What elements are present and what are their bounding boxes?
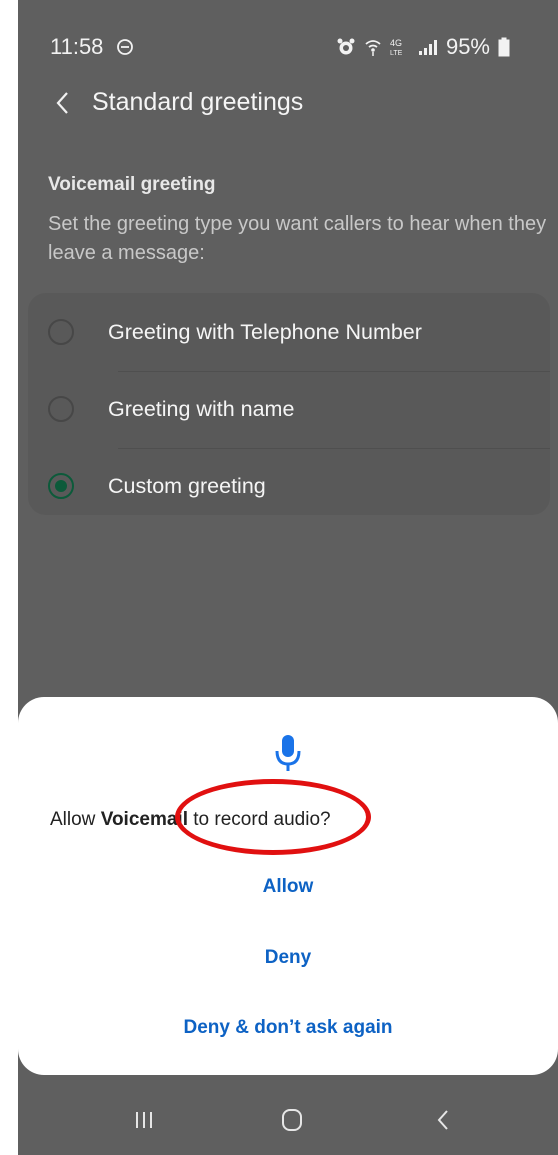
signal-icon — [418, 40, 437, 55]
option-label: Custom greeting — [108, 474, 266, 498]
option-label: Greeting with name — [108, 397, 295, 421]
option-label: Greeting with Telephone Number — [108, 320, 422, 344]
permission-dialog: Allow Voicemail to record audio? Allow D… — [18, 697, 558, 1075]
greeting-options: Greeting with Telephone Number Greeting … — [28, 293, 550, 515]
deny-button[interactable]: Deny — [18, 947, 558, 969]
status-icons: 4G LTE 95% — [336, 34, 510, 60]
dialog-message: Allow Voicemail to record audio? — [50, 809, 331, 830]
navigation-bar — [18, 1085, 558, 1155]
wifi-icon — [365, 40, 381, 56]
option-name[interactable]: Greeting with name — [28, 372, 550, 448]
4g-lte-icon: 4G LTE — [390, 38, 403, 57]
option-telephone-number[interactable]: Greeting with Telephone Number — [28, 295, 550, 371]
back-icon[interactable] — [424, 1103, 464, 1137]
chevron-left-icon[interactable] — [48, 88, 78, 118]
status-bar: 11:58 4G LTE 95% — [18, 0, 558, 92]
alarm-icon — [337, 38, 355, 55]
section-title: Voicemail greeting — [48, 174, 216, 195]
svg-text:4G: 4G — [390, 38, 402, 48]
time-text: 11:58 — [50, 34, 104, 59]
radio-button[interactable] — [48, 396, 74, 422]
battery-icon — [498, 37, 510, 57]
app-header: Standard greetings — [18, 80, 558, 128]
deny-dont-ask-again-button[interactable]: Deny & don’t ask again — [18, 1017, 558, 1039]
home-icon[interactable] — [272, 1103, 312, 1137]
do-not-disturb-icon — [116, 39, 133, 55]
option-custom[interactable]: Custom greeting — [28, 449, 550, 525]
status-time: 11:58 — [50, 34, 134, 60]
section-description: Set the greeting type you want callers t… — [48, 213, 547, 264]
app-name: Voicemail — [100, 809, 188, 830]
radio-button[interactable] — [48, 319, 74, 345]
microphone-icon — [275, 735, 301, 771]
radio-button-selected[interactable] — [48, 473, 74, 499]
page-title: Standard greetings — [92, 88, 304, 116]
phone-screen: 11:58 4G LTE 95% Standard greetings Voic… — [18, 0, 558, 1155]
recents-icon[interactable] — [124, 1103, 164, 1137]
allow-button[interactable]: Allow — [18, 876, 558, 898]
battery-percent: 95% — [445, 34, 490, 59]
svg-text:LTE: LTE — [390, 50, 403, 57]
